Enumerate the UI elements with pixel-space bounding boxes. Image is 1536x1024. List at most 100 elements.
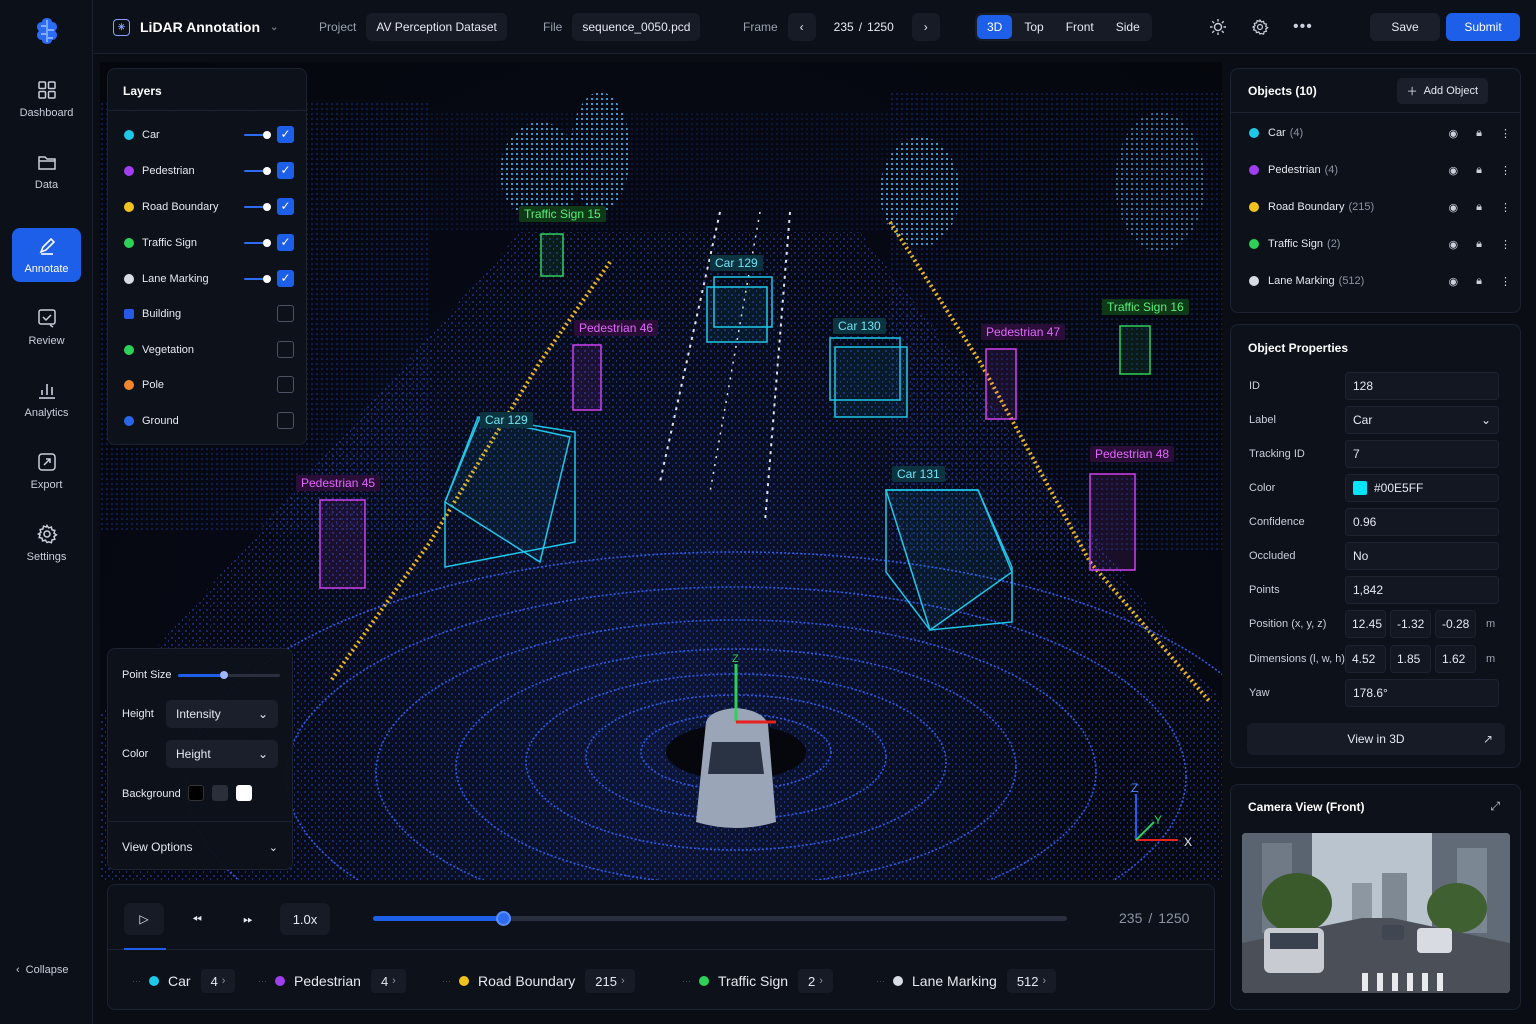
scene-label-pedestrian-48[interactable]: Pedestrian 48 xyxy=(1090,446,1175,462)
submit-button[interactable]: Submit xyxy=(1446,13,1520,41)
layer-row-traffic-sign[interactable]: Traffic Sign ✓ xyxy=(124,233,294,253)
object-row-traffic-sign[interactable]: Traffic Sign (2) ◉ 🔒︎ ⋮ xyxy=(1249,234,1511,254)
camera-image[interactable] xyxy=(1242,833,1510,993)
view-3d-button[interactable]: 3D xyxy=(977,15,1013,39)
layer-checkbox[interactable] xyxy=(277,412,294,429)
app-title[interactable]: ✳ LiDAR Annotation ⌄ xyxy=(113,13,278,41)
eye-icon[interactable]: ◉ xyxy=(1449,238,1459,251)
lock-icon[interactable]: 🔒︎ xyxy=(1476,164,1482,177)
timeline-chip-pedestrian[interactable]: ⋯ Pedestrian 4 › xyxy=(258,968,406,994)
nav-data[interactable]: Data xyxy=(12,144,81,198)
layer-checkbox[interactable] xyxy=(277,305,294,322)
opacity-slider[interactable] xyxy=(244,239,271,247)
expand-icon[interactable]: ⤢ xyxy=(1490,799,1500,814)
layer-row-building[interactable]: Building xyxy=(124,304,294,324)
position-z-field[interactable]: -0.28 xyxy=(1435,610,1476,638)
opacity-slider[interactable] xyxy=(244,131,271,139)
color-field[interactable]: #00E5FF xyxy=(1345,474,1499,502)
save-button[interactable]: Save xyxy=(1370,13,1440,41)
yaw-field[interactable]: 178.6° xyxy=(1345,679,1499,707)
nav-export[interactable]: Export xyxy=(12,444,81,498)
more-vertical-icon[interactable]: ⋮ xyxy=(1500,164,1511,177)
dimension-w-field[interactable]: 1.85 xyxy=(1390,645,1431,673)
drag-handle-icon[interactable]: ⋯ xyxy=(132,976,141,987)
eye-icon[interactable]: ◉ xyxy=(1449,164,1459,177)
more-vertical-icon[interactable]: ⋮ xyxy=(1500,127,1511,140)
opacity-slider[interactable] xyxy=(244,275,271,283)
layer-row-vegetation[interactable]: Vegetation xyxy=(124,340,294,360)
dimension-l-field[interactable]: 4.52 xyxy=(1345,645,1386,673)
rewind-button[interactable]: ⏪︎ xyxy=(177,903,217,935)
layer-row-pole[interactable]: Pole xyxy=(124,375,294,395)
scene-label-car-131[interactable]: Car 131 xyxy=(892,466,945,482)
height-select[interactable]: Intensity ⌄ xyxy=(166,700,278,728)
layer-checkbox[interactable]: ✓ xyxy=(277,234,294,251)
opacity-slider[interactable] xyxy=(244,167,271,175)
timeline-chip-lane-marking[interactable]: ⋯ Lane Marking 512 › xyxy=(876,968,1057,994)
scene-label-traffic-sign-16[interactable]: Traffic Sign 16 xyxy=(1102,299,1189,315)
label-select[interactable]: Car ⌄ xyxy=(1345,406,1499,434)
object-row-pedestrian[interactable]: Pedestrian (4) ◉ 🔒︎ ⋮ xyxy=(1249,160,1511,180)
view-options-toggle[interactable]: View Options ⌄ xyxy=(122,837,278,857)
nav-dashboard[interactable]: Dashboard xyxy=(12,72,81,126)
occluded-field[interactable]: No xyxy=(1345,542,1499,570)
eye-icon[interactable]: ◉ xyxy=(1449,201,1459,214)
layer-checkbox[interactable]: ✓ xyxy=(277,270,294,287)
tracking-id-field[interactable]: 7 xyxy=(1345,440,1499,468)
timeline-thumb[interactable] xyxy=(496,911,512,926)
scene-label-pedestrian-46[interactable]: Pedestrian 46 xyxy=(574,320,659,336)
drag-handle-icon[interactable]: ⋯ xyxy=(442,976,451,987)
more-vertical-icon[interactable]: ⋮ xyxy=(1500,201,1511,214)
object-row-road-boundary[interactable]: Road Boundary (215) ◉ 🔒︎ ⋮ xyxy=(1249,197,1511,217)
drag-handle-icon[interactable]: ⋯ xyxy=(682,976,691,987)
scene-label-traffic-sign-15[interactable]: Traffic Sign 15 xyxy=(519,206,606,222)
position-x-field[interactable]: 12.45 xyxy=(1345,610,1386,638)
view-side-button[interactable]: Side xyxy=(1106,15,1150,39)
scene-label-pedestrian-47[interactable]: Pedestrian 47 xyxy=(981,324,1066,340)
point-size-slider[interactable] xyxy=(178,671,280,679)
swatch-gray[interactable] xyxy=(212,785,228,801)
view-in-3d-button[interactable]: View in 3D ↗ xyxy=(1247,723,1505,755)
frame-counter[interactable]: 235 / 1250 xyxy=(826,20,902,34)
object-row-car[interactable]: Car (4) ◉ 🔒︎ ⋮ xyxy=(1249,123,1511,143)
sun-icon[interactable] xyxy=(1209,18,1227,36)
lock-icon[interactable]: 🔒︎ xyxy=(1476,127,1482,140)
scene-label-car-129-near[interactable]: Car 129 xyxy=(480,412,533,428)
layer-row-car[interactable]: Car ✓ xyxy=(124,125,294,145)
points-field[interactable]: 1,842 xyxy=(1345,576,1499,604)
more-icon[interactable]: ••• xyxy=(1293,18,1313,36)
more-vertical-icon[interactable]: ⋮ xyxy=(1500,275,1511,288)
swatch-white[interactable] xyxy=(236,785,252,801)
layer-row-lane-marking[interactable]: Lane Marking ✓ xyxy=(124,269,294,289)
nav-review[interactable]: Review xyxy=(12,300,81,354)
file-select[interactable]: sequence_0050.pcd xyxy=(572,13,701,41)
layer-row-pedestrian[interactable]: Pedestrian ✓ xyxy=(124,161,294,181)
lock-icon[interactable]: 🔒︎ xyxy=(1476,275,1482,288)
nav-analytics[interactable]: Analytics xyxy=(12,372,81,426)
timeline-chip-road-boundary[interactable]: ⋯ Road Boundary 215 › xyxy=(442,968,635,994)
scene-label-car-129-far[interactable]: Car 129 xyxy=(710,255,763,271)
gear-icon[interactable] xyxy=(1251,18,1269,36)
drag-handle-icon[interactable]: ⋯ xyxy=(258,976,267,987)
layer-checkbox[interactable] xyxy=(277,376,294,393)
timeline-scrubber[interactable] xyxy=(373,911,1067,926)
nav-annotate[interactable]: Annotate xyxy=(12,228,81,282)
layer-checkbox[interactable]: ✓ xyxy=(277,198,294,215)
drag-handle-icon[interactable]: ⋯ xyxy=(876,976,885,987)
nav-settings[interactable]: Settings xyxy=(12,516,81,570)
project-select[interactable]: AV Perception Dataset xyxy=(366,13,507,41)
eye-icon[interactable]: ◉ xyxy=(1449,127,1459,140)
layer-row-road-boundary[interactable]: Road Boundary ✓ xyxy=(124,197,294,217)
point-size-thumb[interactable] xyxy=(219,671,228,679)
prev-frame-button[interactable]: ‹ xyxy=(787,13,816,41)
id-field[interactable]: 128 xyxy=(1345,372,1499,400)
add-object-button[interactable]: ＋ Add Object xyxy=(1396,78,1488,104)
next-frame-button[interactable]: › xyxy=(911,13,940,41)
layer-checkbox[interactable]: ✓ xyxy=(277,126,294,143)
layer-checkbox[interactable]: ✓ xyxy=(277,162,294,179)
scene-label-car-130[interactable]: Car 130 xyxy=(833,318,886,334)
timeline-chip-car[interactable]: ⋯ Car 4 › xyxy=(132,968,236,994)
view-front-button[interactable]: Front xyxy=(1056,15,1104,39)
layer-checkbox[interactable] xyxy=(277,341,294,358)
eye-icon[interactable]: ◉ xyxy=(1449,275,1459,288)
